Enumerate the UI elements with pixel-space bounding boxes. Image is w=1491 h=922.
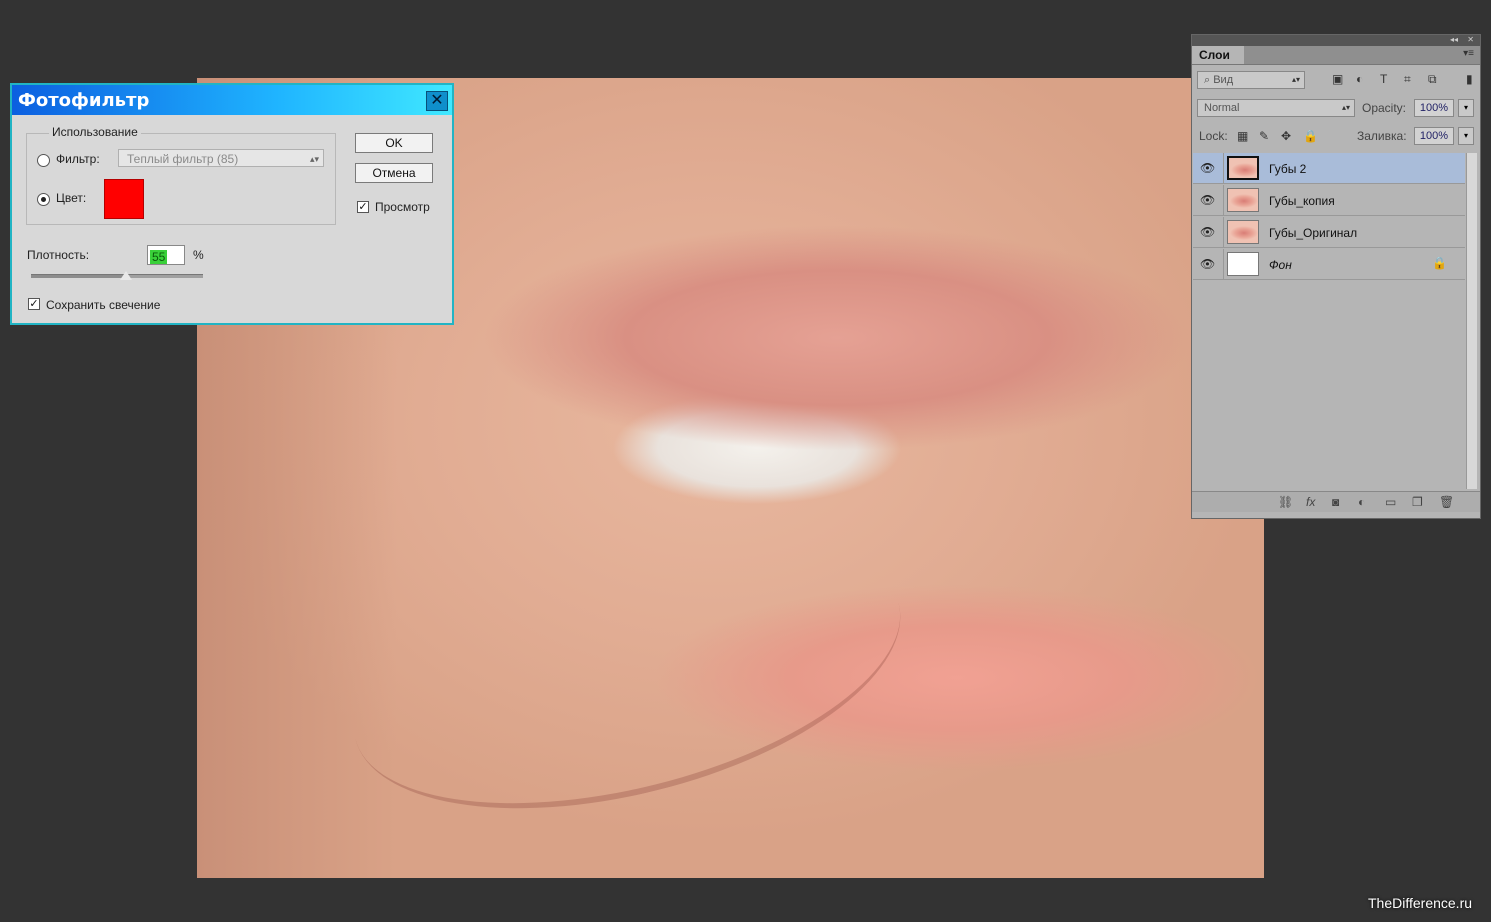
layer-row[interactable]: 👁 Фон 🔒 bbox=[1193, 249, 1465, 280]
photo-filter-dialog: Фотофильтр ✕ Использование Фильтр: Теплы… bbox=[10, 83, 454, 325]
density-slider[interactable] bbox=[31, 271, 203, 280]
watermark: TheDifference.ru bbox=[1368, 895, 1473, 911]
type-filter-icon[interactable]: T bbox=[1380, 72, 1387, 86]
lock-icon: 🔒 bbox=[1432, 256, 1447, 270]
filter-toggle-icon[interactable]: ▮ bbox=[1466, 72, 1473, 86]
ok-button[interactable]: OK bbox=[355, 133, 433, 153]
pixel-filter-icon[interactable]: ▣ bbox=[1332, 72, 1343, 86]
color-label: Цвет: bbox=[56, 191, 87, 205]
density-unit: % bbox=[193, 248, 204, 262]
select-arrows-icon: ▴▾ bbox=[309, 154, 319, 164]
adjustment-filter-icon[interactable]: ◐ bbox=[1356, 72, 1363, 86]
layers-panel: ◂◂ ✕ Слои ▾≡ ⌕ Вид ▴▾ ▣ ◐ T ⌗ ⧉ ▮ Normal… bbox=[1191, 34, 1481, 519]
layers-bottom-toolbar: ⛓ fx ◙ ◐ ▭ ❐ 🗑 bbox=[1192, 491, 1480, 512]
panel-tabrow: Слои ▾≡ bbox=[1192, 46, 1480, 65]
new-group-icon[interactable]: ▭ bbox=[1385, 495, 1396, 509]
use-group-label: Использование bbox=[49, 125, 141, 139]
lock-transparent-icon[interactable]: ▦ bbox=[1237, 129, 1248, 143]
layer-filter-select[interactable]: ⌕ Вид ▴▾ bbox=[1197, 71, 1305, 89]
color-radio[interactable] bbox=[37, 193, 50, 206]
layers-scrollbar[interactable] bbox=[1466, 153, 1477, 489]
lock-all-icon[interactable]: 🔒 bbox=[1303, 129, 1318, 143]
layer-row[interactable]: 👁 Губы_копия bbox=[1193, 185, 1465, 216]
filter-select-value: Теплый фильтр (85) bbox=[127, 152, 239, 166]
fill-dropdown[interactable]: ▾ bbox=[1458, 127, 1474, 145]
layer-thumbnail[interactable] bbox=[1227, 252, 1259, 276]
new-layer-icon[interactable]: ❐ bbox=[1412, 495, 1423, 509]
lock-label: Lock: bbox=[1199, 129, 1228, 143]
smart-object-filter-icon[interactable]: ⧉ bbox=[1428, 72, 1437, 87]
preview-label: Просмотр bbox=[375, 200, 430, 214]
layer-name[interactable]: Фон bbox=[1269, 258, 1292, 272]
search-icon: ⌕ bbox=[1204, 74, 1214, 86]
eye-icon[interactable]: 👁 bbox=[1200, 193, 1215, 207]
blend-mode-value: Normal bbox=[1204, 102, 1240, 114]
density-value: 55 bbox=[150, 250, 168, 264]
eye-icon[interactable]: 👁 bbox=[1200, 161, 1215, 175]
eye-icon[interactable]: 👁 bbox=[1200, 257, 1215, 271]
color-swatch[interactable] bbox=[104, 179, 144, 219]
cancel-button[interactable]: Отмена bbox=[355, 163, 433, 183]
select-arrows-icon: ▴▾ bbox=[1291, 75, 1300, 84]
density-slider-thumb[interactable] bbox=[119, 271, 132, 280]
density-slider-fill bbox=[31, 275, 126, 278]
layer-divider bbox=[1223, 153, 1224, 184]
panel-menu-icon[interactable]: ▾≡ bbox=[1463, 48, 1474, 59]
dialog-title: Фотофильтр bbox=[18, 90, 150, 111]
fx-icon[interactable]: fx bbox=[1306, 495, 1315, 509]
panel-topstrip: ◂◂ ✕ bbox=[1192, 35, 1480, 46]
link-layers-icon[interactable]: ⛓ bbox=[1278, 495, 1293, 509]
layer-filter-value: Вид bbox=[1213, 74, 1234, 86]
collapse-icon[interactable]: ◂◂ bbox=[1450, 35, 1458, 44]
dialog-titlebar[interactable]: Фотофильтр ✕ bbox=[12, 85, 452, 115]
lock-position-icon[interactable]: ✥ bbox=[1281, 129, 1291, 143]
layer-row[interactable]: 👁 Губы 2 bbox=[1193, 153, 1465, 184]
layer-name[interactable]: Губы_Оригинал bbox=[1269, 226, 1357, 240]
add-mask-icon[interactable]: ◙ bbox=[1332, 495, 1339, 509]
adjustment-layer-icon[interactable]: ◐ bbox=[1358, 495, 1365, 509]
trash-icon[interactable]: 🗑 bbox=[1439, 495, 1454, 509]
close-icon[interactable]: ✕ bbox=[426, 91, 448, 111]
fill-input[interactable]: 100% bbox=[1414, 127, 1454, 145]
opacity-dropdown[interactable]: ▾ bbox=[1458, 99, 1474, 117]
layer-divider bbox=[1223, 185, 1224, 216]
select-arrows-icon: ▴▾ bbox=[1341, 103, 1350, 112]
density-label: Плотность: bbox=[27, 248, 90, 262]
eye-icon[interactable]: 👁 bbox=[1200, 225, 1215, 239]
shape-filter-icon[interactable]: ⌗ bbox=[1404, 72, 1411, 87]
filter-label: Фильтр: bbox=[56, 152, 100, 166]
opacity-label: Opacity: bbox=[1362, 101, 1407, 115]
layer-name[interactable]: Губы 2 bbox=[1269, 162, 1306, 176]
fill-label: Заливка: bbox=[1357, 129, 1407, 143]
layer-name[interactable]: Губы_копия bbox=[1269, 194, 1335, 208]
lock-pixels-icon[interactable]: ✎ bbox=[1259, 129, 1269, 143]
layer-thumbnail[interactable] bbox=[1227, 156, 1259, 180]
tab-layers[interactable]: Слои bbox=[1192, 46, 1244, 64]
layer-thumbnail[interactable] bbox=[1227, 220, 1259, 244]
use-group: Использование bbox=[26, 125, 336, 225]
preserve-luminosity-label: Сохранить свечение bbox=[46, 298, 161, 312]
blend-mode-select[interactable]: Normal ▴▾ bbox=[1197, 99, 1355, 117]
layer-thumbnail[interactable] bbox=[1227, 188, 1259, 212]
density-input[interactable]: 55 bbox=[147, 245, 185, 265]
preview-checkbox[interactable]: ✓ bbox=[357, 201, 369, 213]
preserve-luminosity-checkbox[interactable]: ✓ bbox=[28, 298, 40, 310]
filter-radio[interactable] bbox=[37, 154, 50, 167]
lip-shadow bbox=[325, 483, 929, 859]
layer-divider bbox=[1223, 217, 1224, 248]
close-icon[interactable]: ✕ bbox=[1467, 35, 1474, 44]
opacity-input[interactable]: 100% bbox=[1414, 99, 1454, 117]
filter-select[interactable]: Теплый фильтр (85) ▴▾ bbox=[118, 149, 324, 167]
layer-divider bbox=[1223, 249, 1224, 280]
layer-row[interactable]: 👁 Губы_Оригинал bbox=[1193, 217, 1465, 248]
